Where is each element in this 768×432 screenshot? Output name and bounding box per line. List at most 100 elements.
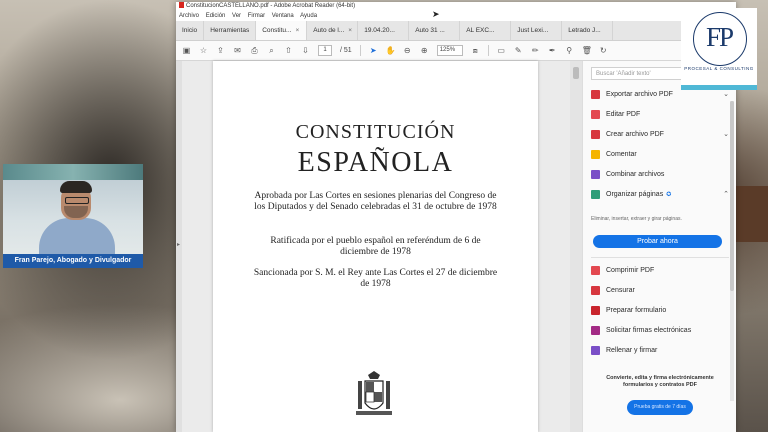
print-icon[interactable]: ⎙: [250, 46, 259, 55]
tool-label: Comprimir PDF: [606, 266, 655, 274]
tool-label: Organizar páginas: [606, 190, 664, 198]
window-title: ConstitucionCASTELLANO.pdf - Adobe Acrob…: [186, 3, 356, 9]
webcam-painting: [3, 164, 143, 180]
document-scrollbar[interactable]: [570, 61, 582, 432]
tab-doc-auto31[interactable]: Auto 31 ...: [409, 21, 461, 40]
tab-doc-1904[interactable]: 19.04.20...: [358, 21, 410, 40]
menu-ventana[interactable]: Ventana: [272, 13, 294, 19]
tool-request-signatures[interactable]: Solicitar firmas electrónicas: [591, 323, 729, 337]
organize-pages-icon: [591, 189, 600, 199]
menu-bar: Archivo Edición Ver Firmar Ventana Ayuda: [176, 11, 736, 21]
menu-edicion[interactable]: Edición: [206, 13, 226, 19]
hand-tool-icon[interactable]: ✋: [386, 46, 396, 55]
highlight-icon[interactable]: ✎: [514, 46, 523, 55]
rotate-icon[interactable]: ↻: [599, 46, 608, 55]
zoom-select[interactable]: 125%: [436, 45, 463, 56]
tools-pane: Buscar 'Añadir texto' Exportar archivo P…: [582, 61, 736, 432]
delete-icon[interactable]: 🗑: [582, 46, 592, 55]
logo-accent-bar: [681, 85, 757, 90]
prepare-form-icon: [591, 305, 600, 315]
zoom-in-icon[interactable]: ⊕: [420, 46, 429, 55]
tab-doc-justlexi[interactable]: Just Lexi...: [511, 21, 563, 40]
document-paragraph-approved: Aprobada por Las Cortes en sesiones plen…: [254, 191, 497, 212]
chevron-down-icon[interactable]: ⌄: [723, 90, 729, 98]
tool-label: Exportar archivo PDF: [606, 90, 673, 98]
comment-icon[interactable]: ▭: [497, 46, 506, 55]
redact-icon: [591, 285, 600, 295]
tab-doc-alexc[interactable]: AL EXC...: [460, 21, 512, 40]
search-icon[interactable]: ⌕: [267, 46, 276, 55]
tool-compress-pdf[interactable]: Comprimir PDF: [591, 263, 729, 277]
sign-icon[interactable]: ✒: [548, 46, 557, 55]
mouse-cursor-icon: ➤: [432, 9, 440, 19]
brand-logo: FP PROCESAL & CONSULTING: [681, 8, 757, 90]
select-cursor-icon[interactable]: ➤: [369, 46, 378, 55]
tab-inicio[interactable]: Inicio: [176, 21, 205, 40]
zoom-out-icon[interactable]: ⊖: [403, 46, 412, 55]
pane-scrollbar[interactable]: [730, 101, 734, 401]
tab-doc-letrado[interactable]: Letrado J...: [562, 21, 614, 40]
tool-label: Preparar formulario: [606, 306, 667, 314]
menu-firmar[interactable]: Firmar: [248, 13, 265, 19]
tab-label: Constitu...: [262, 27, 292, 34]
upload-icon[interactable]: ⇪: [216, 46, 225, 55]
presenter-glasses: [65, 197, 89, 204]
tool-prepare-form[interactable]: Preparar formulario: [591, 303, 729, 317]
comment-tool-icon: [591, 149, 600, 159]
close-tab-icon[interactable]: ×: [348, 27, 352, 34]
tab-doc-auto[interactable]: Auto de l... ×: [307, 21, 359, 40]
close-tab-icon[interactable]: ×: [295, 27, 299, 34]
prev-page-icon[interactable]: ⇧: [284, 46, 293, 55]
tool-organize-pages[interactable]: Organizar páginas ✪ ⌃: [591, 187, 729, 201]
bookmark-star-icon[interactable]: ☆: [199, 46, 208, 55]
main-content: ▸ CONSTITUCIÓN ESPAÑOLA Aprobada por Las…: [176, 61, 736, 432]
acrobat-window: ConstitucionCASTELLANO.pdf - Adobe Acrob…: [176, 2, 736, 432]
menu-ayuda[interactable]: Ayuda: [300, 13, 317, 19]
organize-description: Eliminar, insertar, extraer y girar pági…: [591, 216, 682, 222]
menu-ver[interactable]: Ver: [232, 13, 241, 19]
fit-page-icon[interactable]: ⧈: [471, 46, 480, 55]
tab-label: Auto de l...: [313, 27, 345, 34]
expand-left-icon[interactable]: ▸: [177, 241, 180, 248]
chevron-down-icon[interactable]: ⌄: [723, 130, 729, 138]
document-paragraph-ratified: Ratificada por el pueblo español en refe…: [270, 236, 481, 257]
try-now-button[interactable]: Probar ahora: [593, 235, 722, 248]
fill-sign-icon: [591, 345, 600, 355]
tool-redact[interactable]: Censurar: [591, 283, 729, 297]
tool-comment[interactable]: Comentar: [591, 147, 729, 161]
mail-icon[interactable]: ✉: [233, 46, 242, 55]
page-total: / 51: [340, 47, 352, 54]
tool-create-pdf[interactable]: Crear archivo PDF ⌄: [591, 127, 729, 141]
tab-doc-constitucion[interactable]: Constitu... ×: [256, 21, 308, 40]
presenter-hair: [60, 181, 92, 193]
menu-archivo[interactable]: Archivo: [179, 13, 199, 19]
left-panel-collapsed[interactable]: ▸: [176, 61, 182, 432]
document-title-line2: ESPAÑOLA: [297, 147, 454, 178]
save-icon[interactable]: ▣: [182, 46, 191, 55]
tab-herramientas[interactable]: Herramientas: [204, 21, 257, 40]
draw-icon[interactable]: ✏: [531, 46, 540, 55]
tool-label: Censurar: [606, 286, 635, 294]
premium-icon: ✪: [666, 191, 672, 198]
tool-label: Comentar: [606, 150, 637, 158]
tool-label: Solicitar firmas electrónicas: [606, 326, 692, 334]
document-paragraph-sanctioned: Sancionada por S. M. el Rey ante Las Cor…: [253, 268, 498, 289]
pane-scrollbar-thumb[interactable]: [730, 101, 734, 291]
toolbar-divider: [359, 45, 361, 56]
scrollbar-thumb[interactable]: [573, 67, 579, 79]
pane-divider: [591, 257, 729, 258]
page-number-input[interactable]: 1: [318, 45, 332, 56]
stamp-icon[interactable]: ⚲: [565, 46, 574, 55]
title-bar: ConstitucionCASTELLANO.pdf - Adobe Acrob…: [176, 2, 736, 11]
chevron-up-icon[interactable]: ⌃: [723, 190, 729, 198]
tool-combine-files[interactable]: Combinar archivos: [591, 167, 729, 181]
logo-tagline: PROCESAL & CONSULTING: [684, 66, 754, 71]
free-trial-button[interactable]: Prueba gratis de 7 días: [627, 400, 693, 415]
next-page-icon[interactable]: ⇩: [301, 46, 310, 55]
toolbar: ▣ ☆ ⇪ ✉ ⎙ ⌕ ⇧ ⇩ 1 / 51 ➤ ✋ ⊖ ⊕ 125% ⧈ ▭ …: [176, 41, 736, 61]
tool-fill-sign[interactable]: Rellenar y firmar: [591, 343, 729, 357]
document-viewer[interactable]: ▸ CONSTITUCIÓN ESPAÑOLA Aprobada por Las…: [176, 61, 582, 432]
tool-label: Editar PDF: [606, 110, 641, 118]
promo-text: Convierte, edita y firma electrónicament…: [606, 375, 714, 388]
tool-edit-pdf[interactable]: Editar PDF: [591, 107, 729, 121]
